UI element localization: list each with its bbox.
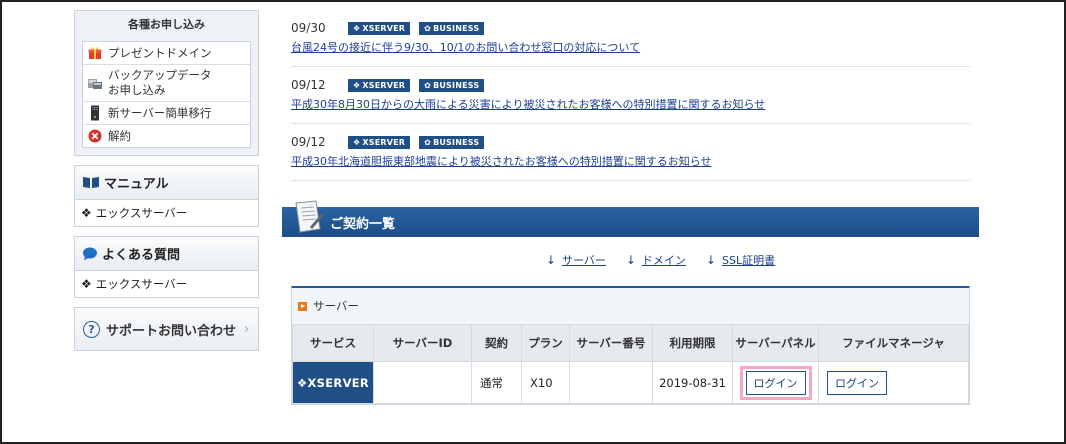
manual-box: マニュアル ❖ エックスサーバー <box>74 165 259 227</box>
anchor-ssl[interactable]: ↓ SSL証明書 <box>706 252 775 268</box>
col-file-manager: ファイルマネージャ <box>818 324 969 362</box>
server-panel-login-button[interactable]: ログイン <box>745 370 806 395</box>
col-service: サービス <box>292 324 374 362</box>
news-link[interactable]: 平成30年8月30日からの大雨による災害により被災されたお客様への特別措置に関す… <box>291 96 970 112</box>
col-server-number: サーバー番号 <box>569 324 653 362</box>
news-date: 09/12 <box>291 135 326 149</box>
apply-item-cancel[interactable]: 解約 <box>83 124 250 147</box>
manual-header: マニュアル <box>75 166 258 200</box>
faq-link-label: エックスサーバー <box>95 277 188 291</box>
main-content: 09/30 ❖ XSERVER ✿ BUSINESS 台風24号の接近に伴う9/30… <box>282 10 979 405</box>
sidebar: 各種お申し込み プレゼントドメイン バックアップデータ お申し込み 新サーバー簡… <box>74 10 259 360</box>
anchor-links: ↓ サーバー ↓ ドメイン ↓ SSL証明書 <box>342 252 979 268</box>
apply-item-label: 新サーバー簡単移行 <box>108 105 212 120</box>
file-manager-login-button[interactable]: ログイン <box>827 370 887 395</box>
xserver-logo-icon: ❖ <box>353 80 361 90</box>
gift-icon <box>87 45 103 61</box>
news-link[interactable]: 平成30年北海道胆振東部地震により被災されたお客様への特別措置に関するお知らせ <box>291 153 970 169</box>
table-row: ❖XSERVER 通常 X10 2019-08-31 ログイン ログイン <box>292 361 969 404</box>
apply-item-migration[interactable]: 新サーバー簡単移行 <box>83 101 250 124</box>
document-icon <box>295 200 324 233</box>
backup-icon <box>87 75 103 91</box>
expiry-cell: 2019-08-31 <box>652 361 733 404</box>
col-server-panel: サーバーパネル <box>732 324 819 362</box>
apply-list: プレゼントドメイン バックアップデータ お申し込み 新サーバー簡単移行 解約 <box>82 41 251 148</box>
question-icon: ? <box>83 320 100 338</box>
table-header-row: サービス サーバーID 契約 プラン サーバー番号 利用期限 サーバーパネル フ… <box>292 324 969 362</box>
news-date: 09/30 <box>291 21 326 35</box>
business-logo-icon: ✿ <box>424 137 432 147</box>
faq-header: よくある質問 <box>75 237 258 271</box>
apply-item-present-domain[interactable]: プレゼントドメイン <box>83 42 250 64</box>
xserver-logo-icon: ❖ <box>353 23 361 33</box>
business-logo-icon: ✿ <box>424 80 432 90</box>
apply-item-label: プレゼントドメイン <box>108 45 212 60</box>
news-link[interactable]: 台風24号の接近に伴う9/30、10/1のお問い合わせ窓口の対応について <box>291 39 970 55</box>
tag-business: ✿ BUSINESS <box>419 21 485 35</box>
arrow-down-icon: ↓ <box>625 253 636 267</box>
support-contact-button[interactable]: ? サポートお問い合わせ › <box>74 307 259 351</box>
server-id-value <box>397 375 448 390</box>
server-number-cell <box>569 361 653 404</box>
server-id-cell <box>373 361 472 404</box>
contract-title: ご契約一覧 <box>330 216 396 232</box>
server-migrate-icon <box>87 105 103 121</box>
cancel-icon <box>87 128 103 144</box>
apply-item-label: 解約 <box>108 128 131 143</box>
news-item: 09/30 ❖ XSERVER ✿ BUSINESS 台風24号の接近に伴う9/30… <box>291 10 970 67</box>
col-plan: プラン <box>521 324 570 362</box>
xserver-logo-icon: ❖ <box>353 137 361 147</box>
speech-bubble-icon <box>82 247 98 261</box>
news-item: 09/12 ❖ XSERVER ✿ BUSINESS 平成30年8月30日からの大雨… <box>291 67 970 124</box>
xserver-logo-icon: ❖ <box>296 375 308 390</box>
contract-cell: 通常 <box>471 361 522 404</box>
col-server-id: サーバーID <box>373 324 472 362</box>
col-contract: 契約 <box>471 324 522 362</box>
anchor-domain[interactable]: ↓ ドメイン <box>626 252 686 268</box>
news-item: 09/12 ❖ XSERVER ✿ BUSINESS 平成30年北海道胆振東部地震に… <box>291 124 970 181</box>
manual-link-label: エックスサーバー <box>95 206 188 220</box>
server-panel-cell: ログイン <box>732 361 819 404</box>
apply-item-backup[interactable]: バックアップデータ お申し込み <box>83 64 250 101</box>
anchor-server[interactable]: ↓ サーバー <box>546 252 606 268</box>
arrow-down-icon: ↓ <box>705 253 716 267</box>
apply-box: 各種お申し込み プレゼントドメイン バックアップデータ お申し込み 新サーバー簡… <box>74 10 259 156</box>
file-manager-cell: ログイン <box>818 361 969 404</box>
service-logo: ❖XSERVER <box>292 361 374 404</box>
chevron-right-icon: › <box>244 321 250 337</box>
faq-box: よくある質問 ❖ エックスサーバー <box>74 236 259 298</box>
apply-title: 各種お申し込み <box>128 18 205 31</box>
arrow-down-icon: ↓ <box>545 253 556 267</box>
manual-title: マニュアル <box>104 177 169 192</box>
book-icon <box>82 176 100 189</box>
play-square-icon <box>298 301 307 311</box>
plan-cell: X10 <box>521 361 570 404</box>
tag-xserver: ❖ XSERVER <box>348 135 411 149</box>
news-date: 09/12 <box>291 78 326 92</box>
highlight-box: ログイン <box>739 365 812 400</box>
contract-header: ご契約一覧 <box>282 200 979 237</box>
support-label: サポートお問い合わせ <box>106 323 237 339</box>
news-list: 09/30 ❖ XSERVER ✿ BUSINESS 台風24号の接近に伴う9/30… <box>282 10 970 181</box>
faq-title: よくある質問 <box>102 248 181 263</box>
tag-business: ✿ BUSINESS <box>419 135 485 149</box>
manual-link-xserver[interactable]: ❖ エックスサーバー <box>75 200 258 226</box>
business-logo-icon: ✿ <box>424 23 432 33</box>
server-section-title: サーバー <box>292 288 969 324</box>
diamond-icon: ❖ <box>81 206 92 220</box>
tag-xserver: ❖ XSERVER <box>348 21 411 35</box>
diamond-icon: ❖ <box>81 277 92 291</box>
faq-link-xserver[interactable]: ❖ エックスサーバー <box>75 271 258 297</box>
tag-business: ✿ BUSINESS <box>419 78 485 92</box>
col-expiry: 利用期限 <box>652 324 733 362</box>
server-section: サーバー サービス サーバーID 契約 プラン サーバー番号 利用期限 サーバー… <box>291 286 970 405</box>
tag-xserver: ❖ XSERVER <box>348 78 411 92</box>
server-table: サービス サーバーID 契約 プラン サーバー番号 利用期限 サーバーパネル フ… <box>292 324 969 404</box>
apply-item-label: バックアップデータ お申し込み <box>108 68 212 97</box>
